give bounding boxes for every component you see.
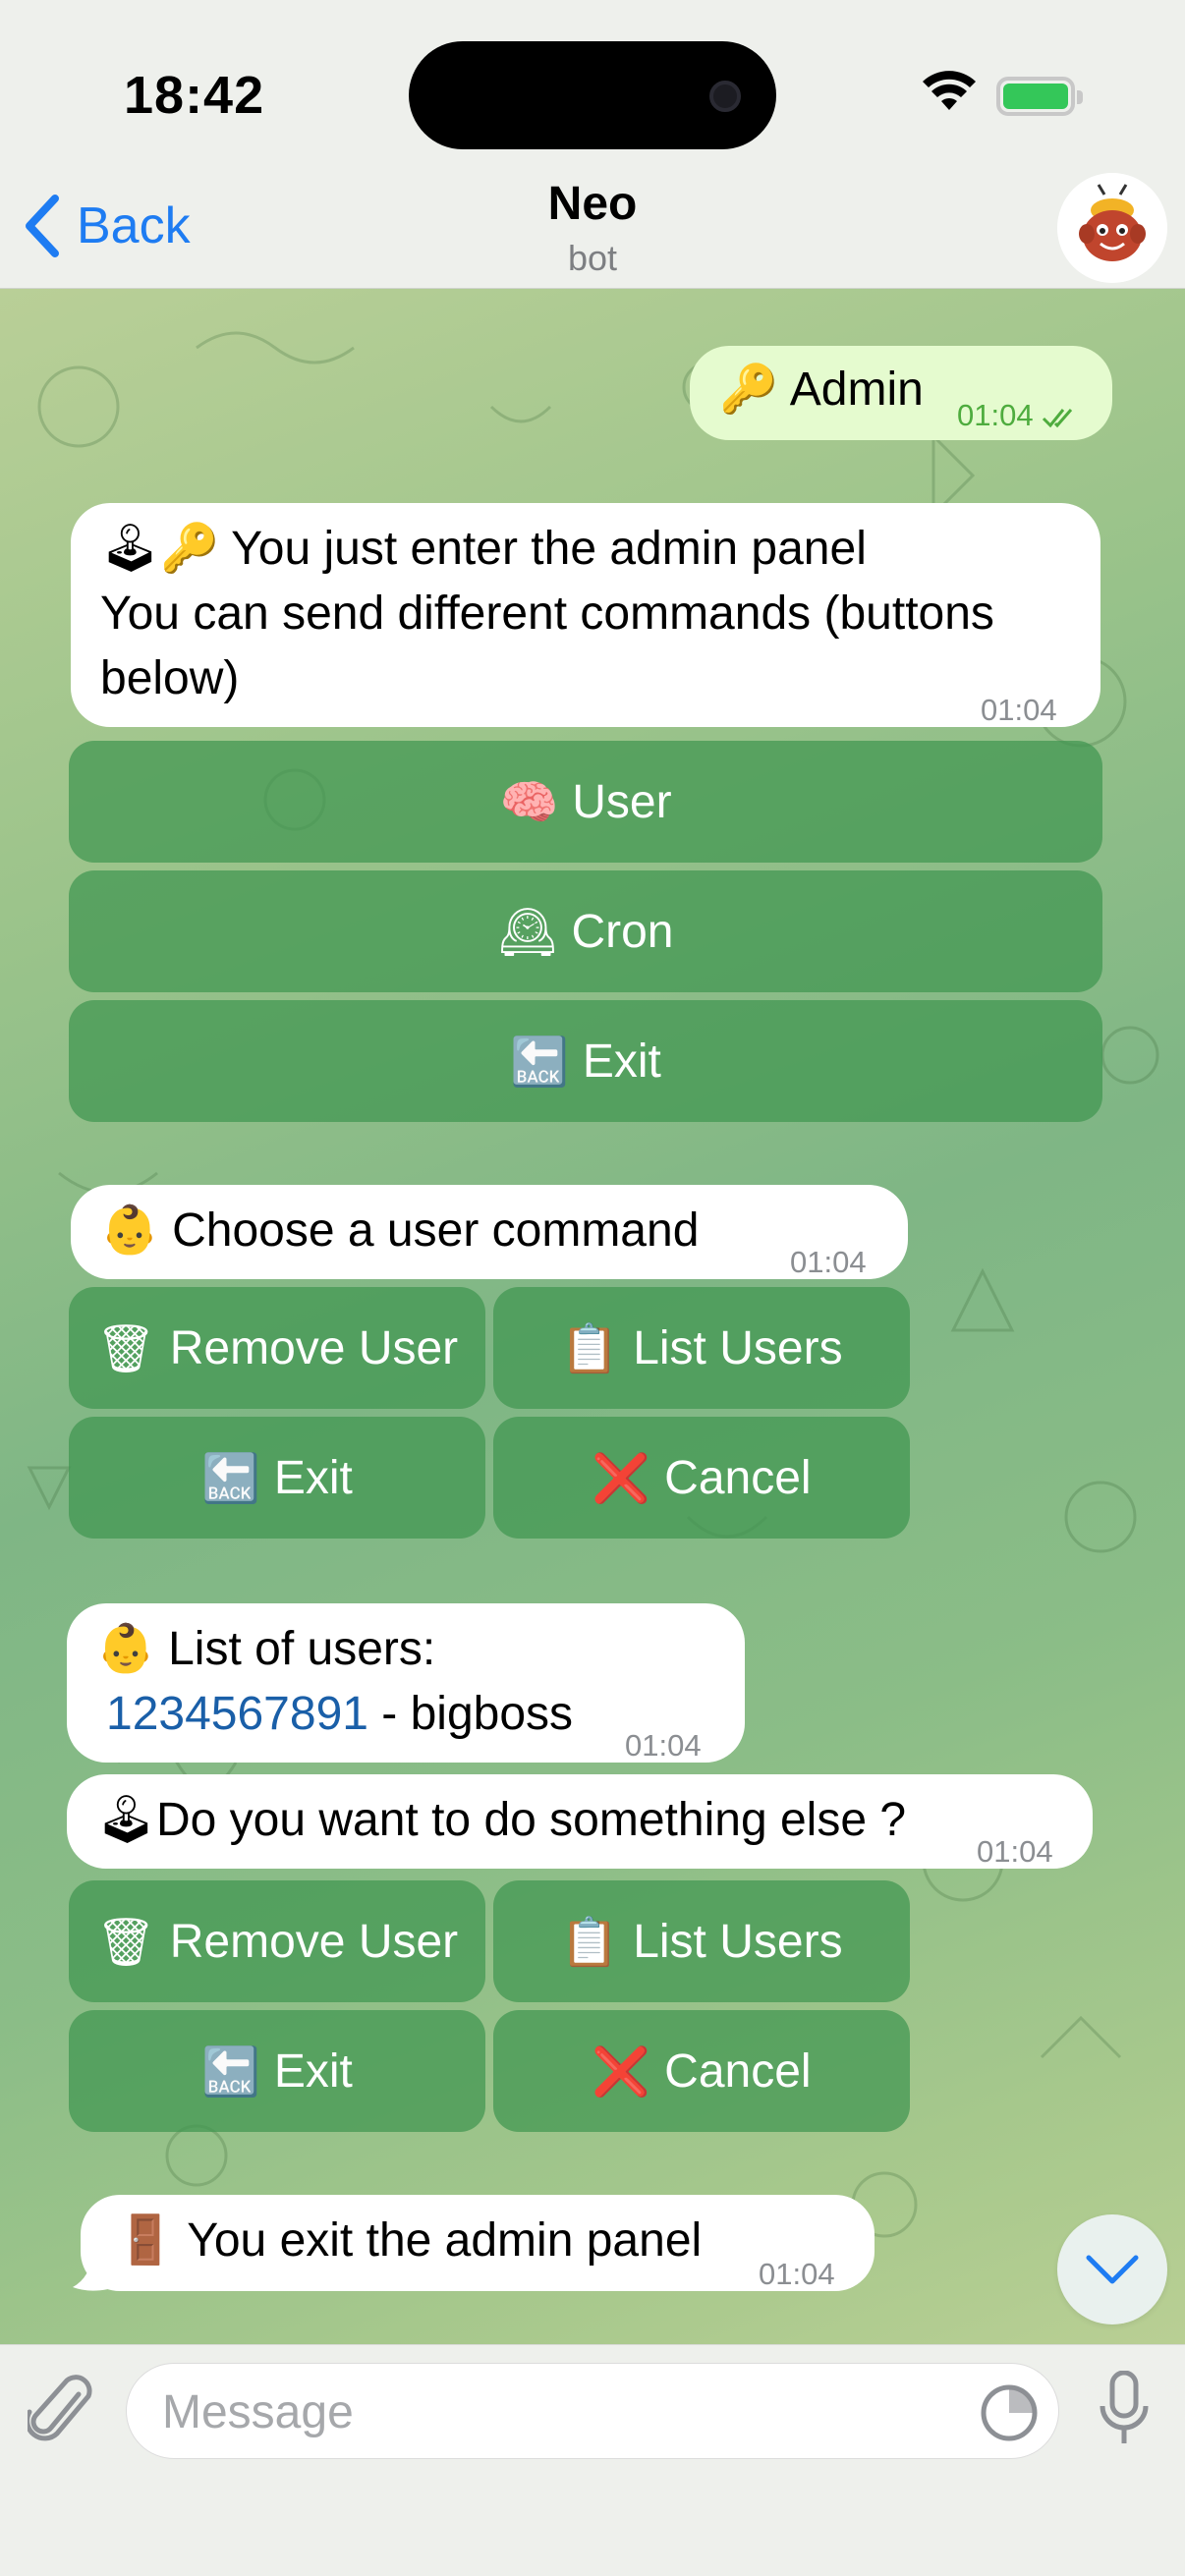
message-input-field[interactable] (126, 2363, 1059, 2459)
key-icon: 🔑 (719, 364, 778, 416)
joystick-icon: 🕹 (96, 1794, 156, 1846)
list-users-button[interactable]: 📋 List Users (493, 1880, 910, 2002)
chat-header: Back Neo bot (0, 167, 1185, 289)
button-label: Exit (273, 2044, 353, 2098)
exit-button[interactable]: 🔙 Exit (69, 2010, 485, 2132)
message-input[interactable] (162, 2380, 968, 2444)
message-text-line1: You just enter the admin panel (231, 523, 867, 575)
exit-button[interactable]: 🔙 Exit (69, 1000, 1102, 1122)
status-bar: 18:42 (0, 0, 1185, 167)
incoming-message-admin-panel[interactable]: 🕹🔑 You just enter the admin panel You ca… (71, 503, 1100, 727)
chat-subtitle: bot (567, 238, 618, 278)
sticker-icon[interactable] (980, 2383, 1039, 2442)
cancel-button[interactable]: ❌ Cancel (493, 2010, 910, 2132)
button-label: Cancel (664, 1451, 812, 1504)
remove-user-button[interactable]: 🗑 Remove User (69, 1287, 485, 1409)
dynamic-island (409, 41, 776, 149)
brain-icon: 🧠 (499, 776, 559, 829)
button-label: Cancel (664, 2044, 812, 2098)
clock-icon: 🕰 (497, 906, 558, 959)
bubble-tail (73, 2254, 108, 2291)
chat-title[interactable]: Neo (0, 177, 1185, 231)
exit-button[interactable]: 🔙 Exit (69, 1417, 485, 1539)
incoming-message-something-else[interactable]: 🕹Do you want to do something else ? 01:0… (67, 1774, 1093, 1869)
chat-area[interactable]: 🔑 Admin 01:04 🕹🔑 You just enter the admin… (0, 289, 1185, 2344)
remove-user-button[interactable]: 🗑 Remove User (69, 1880, 485, 2002)
read-check-icon (1043, 408, 1073, 428)
message-title: List of users: (168, 1623, 436, 1675)
cross-icon: ❌ (592, 1452, 651, 1505)
user-name: - bigboss (367, 1688, 574, 1740)
back-arrow-icon: 🔙 (201, 1452, 260, 1505)
user-id-link[interactable]: 1234567891 (106, 1688, 368, 1740)
message-text: Do you want to do something else ? (155, 1794, 907, 1846)
baby-icon: 👶 (96, 1623, 155, 1675)
outgoing-message-admin[interactable]: 🔑 Admin 01:04 (690, 346, 1112, 440)
joystick-icon: 🕹 (100, 523, 160, 575)
message-time: 01:04 (625, 1728, 702, 1763)
message-text: Admin (789, 364, 924, 416)
bot-avatar-icon (1057, 173, 1167, 283)
button-label: Exit (582, 1035, 661, 1088)
status-time: 18:42 (124, 66, 265, 125)
back-arrow-icon: 🔙 (201, 2045, 260, 2099)
incoming-message-exit-panel[interactable]: 🚪 You exit the admin panel 01:04 (81, 2195, 875, 2291)
button-label: Exit (273, 1451, 353, 1504)
incoming-message-user-list[interactable]: 👶 List of users: 1234567891 - bigboss 01… (67, 1603, 745, 1763)
battery-icon (996, 77, 1083, 116)
user-button[interactable]: 🧠 User (69, 741, 1102, 863)
cross-icon: ❌ (592, 2045, 651, 2099)
button-label: User (572, 775, 672, 828)
message-time: 01:04 (957, 398, 1034, 432)
scroll-to-bottom-button[interactable] (1057, 2214, 1167, 2324)
incoming-message-choose-command[interactable]: 👶 Choose a user command 01:04 (71, 1185, 908, 1279)
door-icon: 🚪 (116, 2214, 175, 2267)
cron-button[interactable]: 🕰 Cron (69, 870, 1102, 992)
bot-avatar[interactable] (1057, 173, 1167, 283)
list-users-button[interactable]: 📋 List Users (493, 1287, 910, 1409)
paperclip-icon[interactable] (28, 2373, 96, 2451)
back-arrow-icon: 🔙 (510, 1036, 569, 1089)
message-meta: 01:04 (957, 383, 1081, 448)
message-input-bar (0, 2344, 1185, 2576)
microphone-icon[interactable] (1097, 2371, 1152, 2449)
clipboard-icon: 📋 (560, 1322, 620, 1375)
message-time: 01:04 (790, 1245, 867, 1279)
trash-icon: 🗑 (95, 1322, 156, 1375)
message-text: You exit the admin panel (187, 2214, 703, 2267)
message-text: Choose a user command (172, 1204, 700, 1257)
message-time: 01:04 (759, 2257, 835, 2291)
message-time: 01:04 (981, 693, 1057, 727)
baby-icon: 👶 (100, 1204, 159, 1257)
button-label: Remove User (169, 1321, 459, 1374)
message-time: 01:04 (977, 1834, 1053, 1869)
button-label: Cron (571, 905, 674, 958)
chevron-down-icon (1086, 2255, 1139, 2284)
clipboard-icon: 📋 (560, 1916, 620, 1969)
cancel-button[interactable]: ❌ Cancel (493, 1417, 910, 1539)
message-text-line2: You can send different commands (buttons… (100, 588, 994, 704)
wifi-icon (923, 71, 976, 110)
button-label: List Users (633, 1321, 843, 1374)
trash-icon: 🗑 (95, 1916, 156, 1969)
button-label: List Users (633, 1915, 843, 1968)
key-icon: 🔑 (159, 523, 219, 575)
button-label: Remove User (169, 1915, 459, 1968)
